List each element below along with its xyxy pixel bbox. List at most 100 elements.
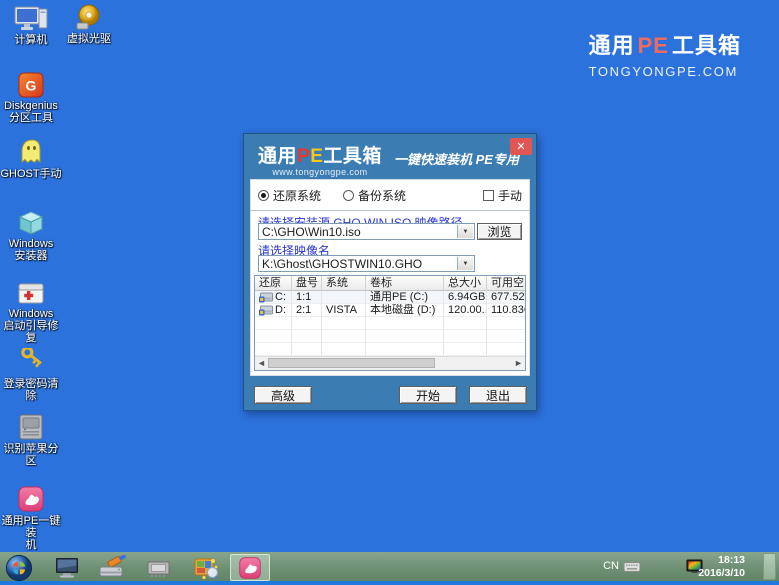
partition-list: 还原 盘号 系统 卷标 总大小 可用空间 C: 1:1 通用PE (C:) 6.… [254,275,526,371]
desktop-icon-windows-boot-repair[interactable]: Windows 启动引导修复 [0,278,62,344]
hard-drive-icon [0,413,62,441]
svg-text:G: G [26,78,37,94]
desktop-icon-windows-installer[interactable]: Windows 安装器 [0,208,62,262]
scroll-right-icon[interactable]: ► [512,357,525,369]
desktop-icon-apple-partition[interactable]: 识别苹果分区 [0,413,62,467]
close-button[interactable]: ✕ [510,138,532,155]
desktop-icon-pe-oneclick[interactable]: 通用PE一键装 机 [0,485,62,551]
taskbar: CN 18:13 2016/3/10 [0,552,779,585]
cell-system [322,291,366,304]
show-desktop-button[interactable] [763,553,776,580]
memory-chip-icon [145,556,173,580]
separator [250,210,530,211]
start-button[interactable]: 开始 [399,386,457,404]
desktop-icon-virtual-cd[interactable]: 虚拟光驱 [58,3,120,45]
diskgenius-icon: G [0,70,62,98]
taskbar-display-settings[interactable] [52,554,82,581]
brand-title-pe: PE [638,33,669,58]
advanced-button[interactable]: 高级 [254,386,312,404]
horizontal-scrollbar[interactable]: ◄ ► [255,356,525,370]
chevron-down-icon[interactable]: ▼ [457,257,473,270]
taskbar-disk-cleanup[interactable] [97,554,127,581]
taskbar-memory-tool[interactable] [144,554,174,581]
desktop-icon-password-clear[interactable]: 登录密码清除 [0,348,62,402]
dialog-tagline: 一键快速装机 PE专用 [394,149,519,168]
image-name-combobox[interactable]: K:\Ghost\GHOSTWIN10.GHO ▼ [258,255,475,272]
desktop-icon-label: GHOST手动 [0,168,62,180]
taskbar-bottom-line [0,581,779,585]
cell-drive: C: [275,291,286,304]
brand-site-url: TONGYONGPE.COM [589,64,741,79]
table-empty-row [255,330,526,343]
pe-oneclick-icon [0,485,62,513]
mode-row: 还原系统 备份系统 手动 [258,188,522,203]
header-restore[interactable]: 还原 [255,276,292,291]
partition-grid: 还原 盘号 系统 卷标 总大小 可用空间 C: 1:1 通用PE (C:) 6.… [255,276,526,356]
scroll-left-icon[interactable]: ◄ [255,357,268,369]
cell-total-size: 120.00... [444,304,487,317]
pe-oneclick-icon [238,556,262,580]
table-header-row[interactable]: 还原 盘号 系统 卷标 总大小 可用空间 [255,276,526,291]
keyboard-icon[interactable] [623,560,641,579]
scrollbar-thumb[interactable] [268,358,435,368]
cell-free-space: 677.52MB [487,291,526,304]
dialog-titlebar[interactable]: 通用PE工具箱 www.tongyongpe.com 一键快速装机 PE专用 ✕ [244,134,536,179]
radio-restore-label: 还原系统 [273,187,321,204]
source-path-combobox[interactable]: C:\GHO\Win10.iso ▼ [258,223,475,240]
cell-disk-no: 2:1 [292,304,322,317]
header-system[interactable]: 系统 [322,276,366,291]
desktop-icon-computer[interactable]: 计算机 [0,4,62,46]
image-name-value: K:\Ghost\GHOSTWIN10.GHO [262,257,422,271]
checkbox-manual-label: 手动 [498,187,522,204]
tray-clock[interactable]: 18:13 2016/3/10 [698,554,745,580]
table-row[interactable]: D: 2:1 VISTA 本地磁盘 (D:) 120.00... 110.83G… [255,304,526,317]
table-empty-row [255,343,526,356]
table-row[interactable]: C: 1:1 通用PE (C:) 6.94GB 677.52MB [255,291,526,304]
header-volume[interactable]: 卷标 [366,276,444,291]
browse-button[interactable]: 浏览 [477,223,522,240]
taskbar-image-tool[interactable] [191,554,221,581]
start-button[interactable] [4,554,34,581]
brand-title-right: 工具箱 [672,33,741,58]
desktop-icon-diskgenius[interactable]: G Diskgenius 分区工具 [0,70,62,124]
key-icon [0,348,62,376]
desktop-icon-label: Windows 启动引导修复 [0,308,62,344]
dialog-logo: 通用PE工具箱 www.tongyongpe.com [258,141,382,177]
radio-restore-system[interactable]: 还原系统 [258,187,321,204]
header-total-size[interactable]: 总大小 [444,276,487,291]
radio-icon [258,190,269,201]
language-indicator[interactable]: CN [603,560,619,572]
cell-free-space: 110.83GB [487,304,526,317]
monitor-icon [54,556,80,580]
cd-icon [58,3,120,31]
ghost-icon [0,138,62,166]
desktop-icon-label: 通用PE一键装 机 [0,515,62,551]
chevron-down-icon[interactable]: ▼ [457,225,473,238]
desktop-icon-label: 计算机 [0,34,62,46]
table-empty-row [255,317,526,330]
windows-start-icon [5,554,33,582]
drive-icon [259,304,273,316]
checkbox-icon [483,190,494,201]
clock-date: 2016/3/10 [698,567,745,580]
checkbox-manual[interactable]: 手动 [483,187,522,204]
disk-brush-icon [98,555,126,581]
computer-icon [0,4,62,32]
radio-backup-label: 备份系统 [358,187,406,204]
header-disk-no[interactable]: 盘号 [292,276,322,291]
desktop-icon-label: Diskgenius 分区工具 [0,100,62,124]
cell-volume: 本地磁盘 (D:) [366,304,444,317]
header-free-space[interactable]: 可用空间 [487,276,526,291]
dialog-content: 还原系统 备份系统 手动 请选择安装源 GHO WIN ISO 映像路径 C:\… [250,179,530,376]
desktop-icon-label: 登录密码清除 [0,378,62,402]
brand-title-left: 通用 [589,33,635,58]
dialog-logo-right: 工具箱 [323,146,382,167]
taskbar-pe-oneclick-active[interactable] [230,554,270,581]
cell-total-size: 6.94GB [444,291,487,304]
desktop-icon-label: Windows 安装器 [0,238,62,262]
radio-backup-system[interactable]: 备份系统 [343,187,406,204]
brand-logo: 通用PE工具箱 TONGYONGPE.COM [589,28,741,79]
desktop-icon-label: 识别苹果分区 [0,443,62,467]
desktop-icon-ghost-manual[interactable]: GHOST手动 [0,138,62,180]
exit-button[interactable]: 退出 [469,386,527,404]
